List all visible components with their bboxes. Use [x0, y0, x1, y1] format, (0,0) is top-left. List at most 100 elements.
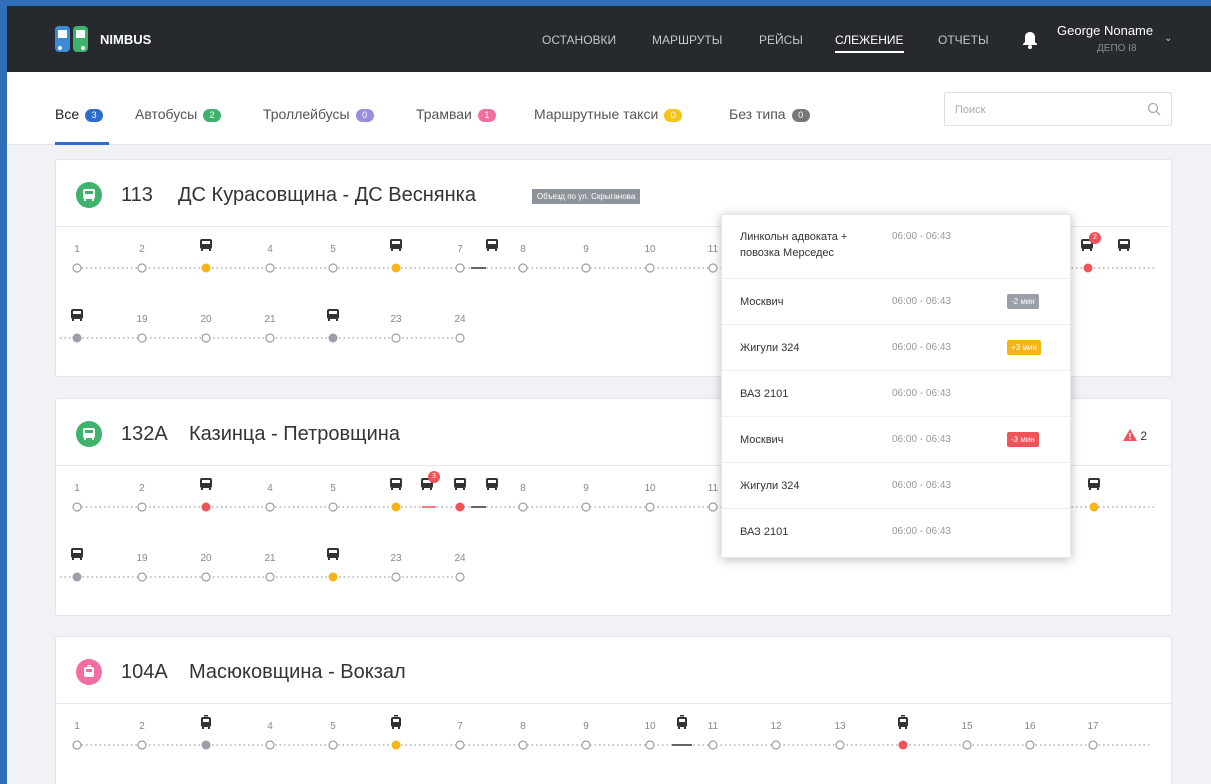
stop-marker[interactable] — [72, 333, 82, 343]
nav-tracking[interactable]: СЛЕЖЕНИЕ — [835, 33, 904, 53]
stop-marker[interactable] — [455, 572, 465, 582]
chevron-down-icon[interactable]: ⌄ — [1164, 33, 1172, 44]
nav-stops[interactable]: ОСТАНОВКИ — [542, 33, 616, 47]
user-name[interactable]: George Noname — [1057, 23, 1153, 38]
stop-marker[interactable] — [708, 502, 718, 512]
bell-icon[interactable] — [1022, 31, 1038, 49]
tram-icon[interactable] — [675, 715, 689, 729]
stop-marker[interactable] — [137, 263, 147, 273]
bus-icon[interactable] — [199, 477, 213, 491]
stop-marker[interactable] — [201, 740, 211, 750]
nav-routes[interactable]: МАРШРУТЫ — [652, 33, 722, 47]
stop-marker[interactable] — [1025, 740, 1035, 750]
stop-marker[interactable] — [201, 263, 211, 273]
stop-marker[interactable] — [898, 740, 908, 750]
stop-number: 1 — [74, 244, 80, 255]
stop-marker[interactable] — [455, 502, 465, 512]
stop-marker[interactable] — [328, 333, 338, 343]
stop-marker[interactable] — [328, 572, 338, 582]
delay-badge: -2 мин — [1007, 294, 1039, 309]
search-input[interactable]: Поиск — [944, 92, 1172, 126]
stop-marker[interactable] — [455, 333, 465, 343]
nav-reports[interactable]: ОТЧЕТЫ — [938, 33, 989, 47]
stop-marker[interactable] — [708, 263, 718, 273]
popup-vehicle-row[interactable]: Москвич 06:00 - 06:43 -2 мин — [722, 279, 1070, 325]
popup-vehicle-row[interactable]: Жигули 324 06:00 - 06:43 — [722, 463, 1070, 509]
tram-icon[interactable] — [896, 715, 910, 729]
stop-marker[interactable] — [708, 740, 718, 750]
bus-icon[interactable] — [485, 477, 499, 491]
stop-marker[interactable] — [391, 263, 401, 273]
bus-icon[interactable] — [1087, 477, 1101, 491]
stop-marker[interactable] — [518, 502, 528, 512]
stop-marker[interactable] — [391, 502, 401, 512]
stop-marker[interactable] — [328, 502, 338, 512]
stop-marker[interactable] — [265, 263, 275, 273]
stop-marker[interactable] — [581, 502, 591, 512]
stop-marker[interactable] — [391, 333, 401, 343]
bus-icon[interactable] — [453, 477, 467, 491]
nav-trips[interactable]: РЕЙСЫ — [759, 33, 803, 47]
tab-no-type[interactable]: Без типа 0 — [729, 106, 810, 122]
stop-marker[interactable] — [645, 740, 655, 750]
stop-marker[interactable] — [581, 740, 591, 750]
stop-marker[interactable] — [72, 263, 82, 273]
popup-vehicle-row[interactable]: Москвич 06:00 - 06:43 -3 мин — [722, 417, 1070, 463]
stop-marker[interactable] — [518, 740, 528, 750]
stop-marker[interactable] — [137, 502, 147, 512]
bus-icon[interactable] — [70, 308, 84, 322]
bus-icon[interactable] — [389, 477, 403, 491]
bus-icon[interactable] — [326, 547, 340, 561]
bus-icon[interactable] — [70, 547, 84, 561]
stop-marker[interactable] — [265, 502, 275, 512]
stop-marker[interactable] — [72, 502, 82, 512]
tab-minibuses[interactable]: Маршрутные такси 0 — [534, 106, 683, 122]
bus-icon[interactable] — [389, 238, 403, 252]
tab-buses[interactable]: Автобусы 2 — [135, 106, 222, 122]
stop-marker[interactable] — [391, 572, 401, 582]
stop-marker[interactable] — [391, 740, 401, 750]
tab-all[interactable]: Все 3 — [55, 106, 104, 122]
stop-marker[interactable] — [1088, 501, 1100, 513]
tab-trolleybuses[interactable]: Троллейбусы 0 — [263, 106, 374, 122]
stop-marker[interactable] — [835, 740, 845, 750]
stop-marker[interactable] — [455, 263, 465, 273]
stop-marker[interactable] — [581, 263, 591, 273]
stop-marker[interactable] — [1082, 262, 1094, 274]
stop-marker[interactable] — [645, 263, 655, 273]
stop-marker[interactable] — [201, 502, 211, 512]
stop-marker[interactable] — [137, 740, 147, 750]
bus-icon[interactable] — [326, 308, 340, 322]
tram-icon[interactable] — [389, 715, 403, 729]
alert-indicator[interactable]: 2 — [1123, 429, 1147, 443]
tab-count-badge: 0 — [355, 108, 374, 122]
stop-marker[interactable] — [1088, 740, 1098, 750]
stop-marker[interactable] — [265, 333, 275, 343]
stop-marker[interactable] — [201, 333, 211, 343]
stop-marker[interactable] — [265, 740, 275, 750]
tram-icon[interactable] — [199, 715, 213, 729]
stop-marker[interactable] — [328, 740, 338, 750]
stop-marker[interactable] — [137, 572, 147, 582]
stop-marker[interactable] — [72, 572, 82, 582]
stop-marker[interactable] — [518, 263, 528, 273]
bus-icon[interactable] — [1117, 238, 1131, 252]
popup-vehicle-row[interactable]: ВАЗ 2101 06:00 - 06:43 — [722, 371, 1070, 417]
popup-vehicle-row[interactable]: ВАЗ 2101 06:00 - 06:43 — [722, 509, 1070, 559]
search-icon[interactable] — [1147, 102, 1161, 116]
stop-marker[interactable] — [265, 572, 275, 582]
route-card-104a[interactable]: 104А Масюковщина - Вокзал 1 2 4 5 7 8 9 10 11 12 1… — [55, 636, 1172, 784]
tab-trams[interactable]: Трамваи 1 — [416, 106, 496, 122]
stop-marker[interactable] — [455, 740, 465, 750]
stop-marker[interactable] — [771, 740, 781, 750]
stop-marker[interactable] — [962, 740, 972, 750]
bus-icon[interactable] — [485, 238, 499, 252]
stop-marker[interactable] — [137, 333, 147, 343]
stop-marker[interactable] — [201, 572, 211, 582]
bus-icon[interactable] — [199, 238, 213, 252]
stop-marker[interactable] — [328, 263, 338, 273]
stop-marker[interactable] — [72, 740, 82, 750]
popup-vehicle-row[interactable]: Линкольн адвоката + повозка Мерседес 06:0… — [722, 215, 1070, 279]
stop-marker[interactable] — [645, 502, 655, 512]
popup-vehicle-row[interactable]: Жигули 324 06:00 - 06:43 +3 мин — [722, 325, 1070, 371]
